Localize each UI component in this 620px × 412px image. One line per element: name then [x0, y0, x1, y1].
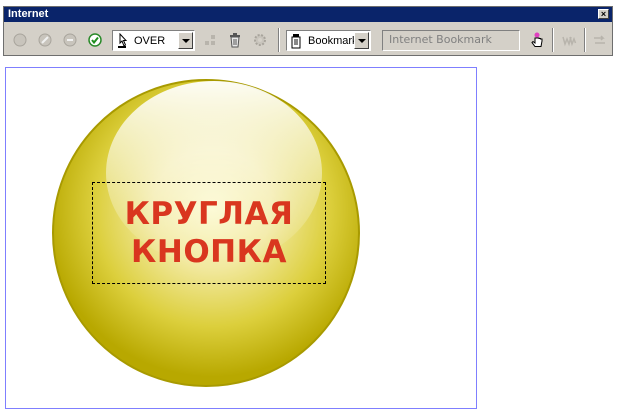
chevron-down-icon[interactable] [178, 32, 193, 49]
remove-button[interactable] [60, 30, 80, 50]
toolbar-separator [278, 28, 280, 52]
window-title: Internet [4, 7, 612, 22]
back-icon [13, 33, 27, 47]
back-button[interactable] [10, 30, 30, 50]
delete-button[interactable] [225, 30, 245, 50]
internet-toolbar-window: Internet × OVER Bookmark Internet Bookma… [3, 6, 613, 56]
edit-icon [38, 33, 52, 47]
link-icon [205, 35, 215, 45]
check-icon [88, 33, 102, 47]
bookmark-icon [291, 33, 301, 48]
toolbar: OVER Bookmark Internet Bookmark [4, 23, 612, 56]
settings-button[interactable] [250, 30, 270, 50]
text-selection-box[interactable] [92, 182, 326, 284]
cursor-state-icon [118, 32, 128, 48]
settings-icon [254, 34, 266, 46]
edit-button[interactable] [35, 30, 55, 50]
link-arrow-icon [594, 35, 605, 44]
chevron-down-icon[interactable] [354, 32, 369, 49]
state-dropdown[interactable]: OVER [112, 30, 195, 51]
canvas-stage: КРУГЛАЯ КНОПКА [5, 67, 477, 409]
link-button[interactable] [201, 30, 221, 50]
hand-cursor-button[interactable] [527, 30, 547, 50]
state-value: OVER [134, 34, 166, 47]
bookmark-name-field[interactable]: Internet Bookmark [382, 30, 520, 51]
bookmark-value: Bookmark [308, 34, 354, 47]
toolbar-separator [584, 28, 586, 52]
close-button[interactable]: × [598, 9, 609, 19]
bookmark-dropdown[interactable]: Bookmark [286, 30, 371, 51]
hand-cursor-icon [531, 32, 543, 47]
link-arrow-button[interactable] [590, 30, 610, 50]
www-icon [562, 36, 577, 47]
remove-icon [63, 33, 77, 47]
trash-icon [230, 33, 240, 48]
apply-button[interactable] [85, 30, 105, 50]
toolbar-separator [552, 28, 554, 52]
www-button[interactable] [559, 30, 579, 50]
